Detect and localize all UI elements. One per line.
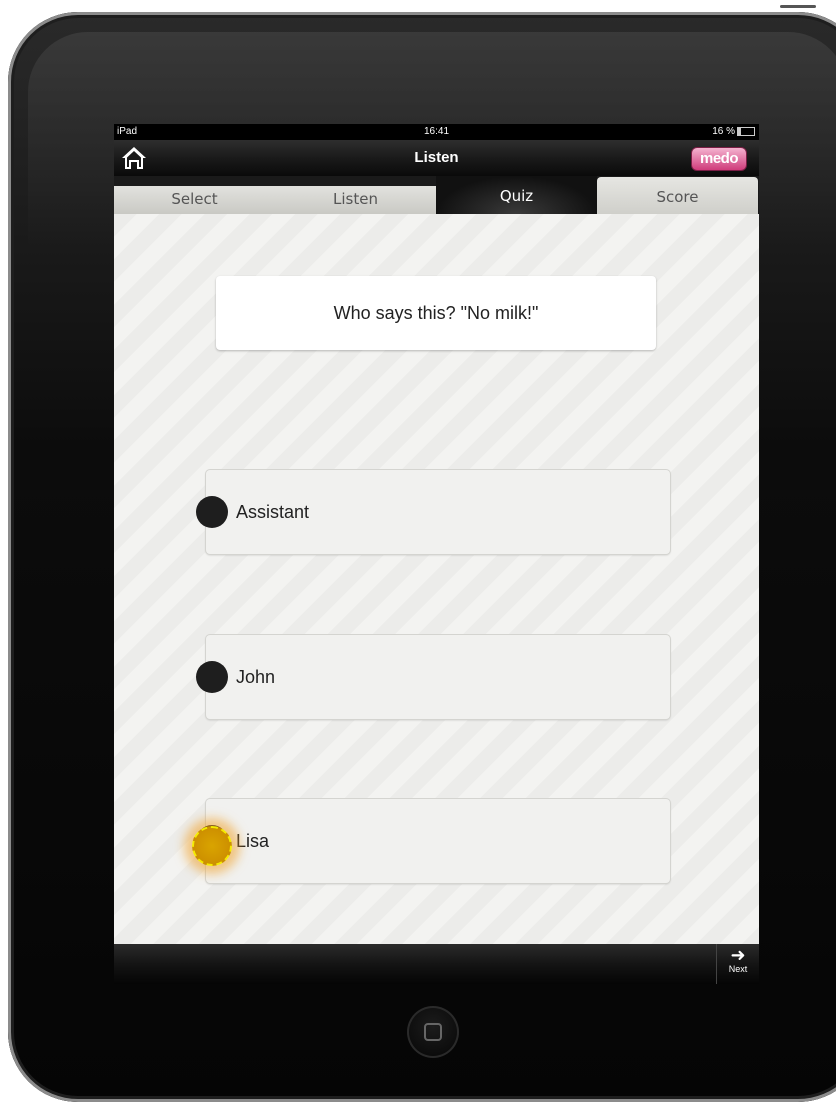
status-bar: iPad 16:41 16 %: [114, 124, 759, 140]
arrow-right-icon: ➜: [730, 945, 746, 965]
next-button[interactable]: ➜ Next: [716, 944, 759, 984]
battery-percent: 16 %: [712, 126, 735, 137]
tab-select[interactable]: Select: [114, 186, 275, 214]
nav-bar: Listen medo: [114, 140, 759, 176]
sleep-button: [780, 5, 816, 8]
radio-button[interactable]: [196, 661, 228, 693]
screen: iPad 16:41 16 % Listen medo Select Liste…: [114, 124, 759, 984]
tab-bar: Select Listen Quiz Score: [114, 176, 759, 214]
medo-logo[interactable]: medo: [691, 147, 747, 171]
question-box: Who says this? "No milk!": [216, 276, 656, 350]
radio-button[interactable]: [196, 496, 228, 528]
question-text: Who says this? "No milk!": [333, 302, 539, 323]
quiz-content: Who says this? "No milk!" Assistant John…: [114, 214, 759, 944]
answer-label: Lisa: [236, 831, 270, 851]
home-hardware-button[interactable]: [407, 1006, 459, 1058]
battery-icon: [737, 126, 755, 136]
answer-option-lisa[interactable]: Lisa: [206, 799, 670, 883]
status-time: 16:41: [423, 126, 450, 137]
answer-label: John: [236, 667, 276, 687]
bottom-bar: ➜ Next: [114, 944, 759, 984]
home-square-icon: [424, 1023, 442, 1041]
tab-quiz[interactable]: Quiz: [436, 176, 597, 214]
page-title: Listen: [414, 149, 459, 166]
tab-score[interactable]: Score: [597, 177, 758, 214]
tab-listen[interactable]: Listen: [275, 186, 436, 214]
answer-option-john[interactable]: John: [206, 635, 670, 719]
answer-option-assistant[interactable]: Assistant: [206, 470, 670, 554]
battery-indicator: 16 %: [712, 126, 755, 137]
logo-text: medo: [699, 150, 739, 167]
answer-label: Assistant: [236, 502, 310, 522]
touch-indicator: [192, 826, 232, 866]
next-label: Next: [728, 964, 748, 974]
